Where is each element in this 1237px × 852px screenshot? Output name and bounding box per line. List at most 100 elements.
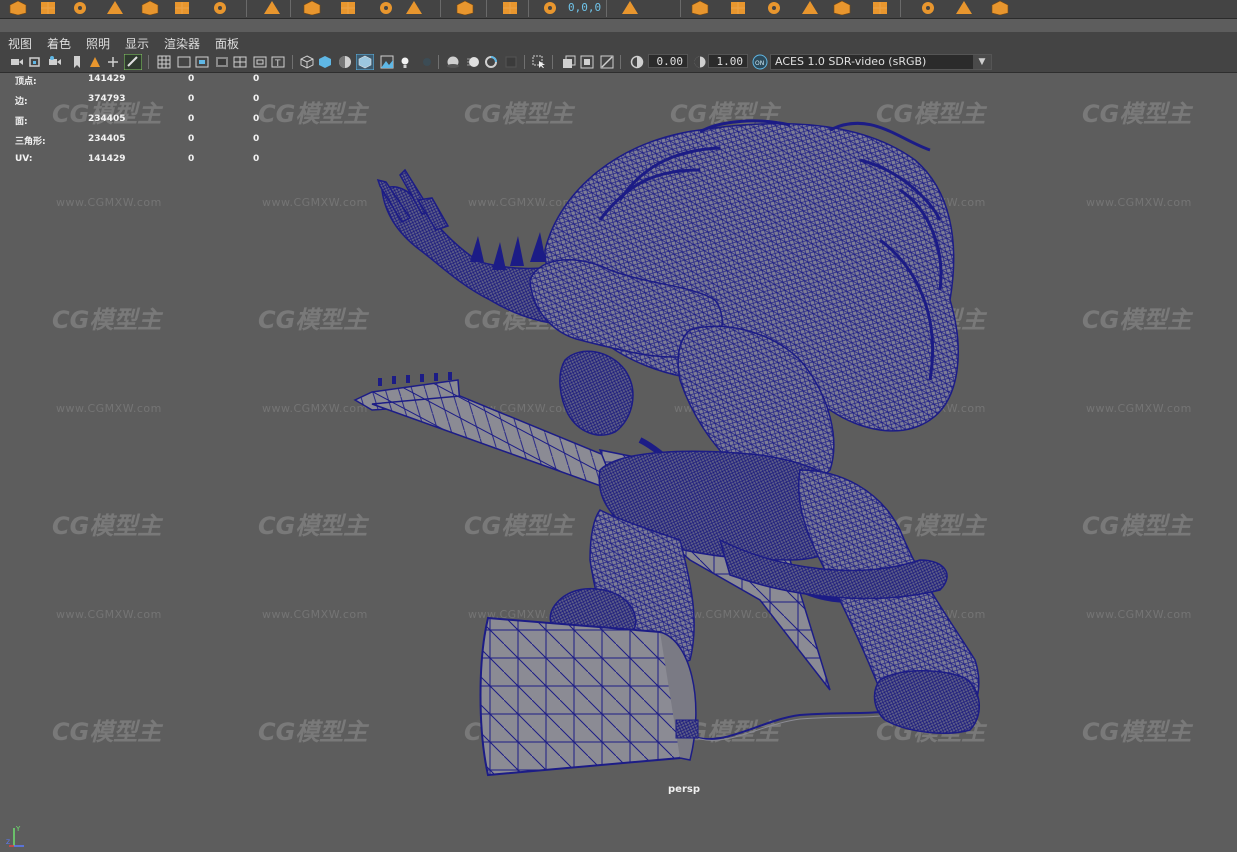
fill-icon[interactable] xyxy=(832,0,852,15)
extrude-icon[interactable] xyxy=(302,0,322,15)
toolbar-separator xyxy=(148,55,149,69)
hud-label: 边: xyxy=(15,97,28,107)
hud-value-scene: 374793 xyxy=(88,94,126,104)
transform-icon[interactable] xyxy=(540,0,560,15)
chevron-down-icon: ▼ xyxy=(973,55,991,69)
boot-mesh xyxy=(873,670,981,734)
shelf-separator xyxy=(290,0,291,17)
view-transform-select[interactable]: ACES 1.0 SDR-video (sRGB) ▼ xyxy=(770,54,992,70)
append-icon[interactable] xyxy=(870,0,890,15)
camera-name-label: persp xyxy=(668,784,700,795)
panel-toolbar: T 0.00 1.00 ON ACES 1.0 SDR-video (sRGB)… xyxy=(0,52,1237,73)
color-management-icon[interactable]: ON xyxy=(752,54,768,70)
wireframe-on-shaded-icon[interactable] xyxy=(356,54,374,70)
shelf-separator xyxy=(606,0,607,17)
character-model[interactable] xyxy=(0,72,1237,809)
safe-title-icon[interactable]: T xyxy=(271,55,285,69)
menu-lighting[interactable]: 照明 xyxy=(86,35,110,52)
shelf-separator xyxy=(900,0,901,17)
menu-show[interactable]: 显示 xyxy=(125,35,149,52)
cable-mesh xyxy=(689,711,881,741)
use-all-lights-icon[interactable] xyxy=(398,55,412,69)
hud-value-selected: 0 xyxy=(188,154,195,164)
smooth-icon[interactable] xyxy=(262,0,282,15)
sphere-icon[interactable] xyxy=(8,0,28,15)
gamma-icon[interactable] xyxy=(693,55,707,69)
mirror-icon[interactable] xyxy=(728,0,748,15)
select-camera-icon[interactable] xyxy=(10,55,24,69)
menu-panels[interactable]: 面板 xyxy=(215,35,239,52)
hud-value-selected: 0 xyxy=(188,114,195,124)
bridge-icon[interactable] xyxy=(338,0,358,15)
image-plane-icon[interactable] xyxy=(88,55,102,69)
hud-value-selected: 0 xyxy=(188,134,195,144)
bookmark-icon[interactable] xyxy=(70,55,84,69)
shelf-separator xyxy=(486,0,487,17)
menu-shading[interactable]: 着色 xyxy=(47,35,71,52)
bevel-icon[interactable] xyxy=(954,0,974,15)
gamma-field[interactable]: 1.00 xyxy=(708,54,748,68)
screen-space-ao-icon[interactable] xyxy=(446,55,460,69)
cone-icon[interactable] xyxy=(105,0,125,15)
default-material-icon[interactable] xyxy=(338,55,352,69)
shelf: 0,0,0 xyxy=(0,0,1237,19)
svg-icon[interactable] xyxy=(404,0,424,15)
menu-renderer[interactable]: 渲染器 xyxy=(164,35,200,52)
viewport[interactable]: CG模型主 CG模型主 CG模型主 CG模型主 CG模型主 CG模型主 CG模型主 CG模型主… xyxy=(0,72,1237,847)
exposure-icon[interactable] xyxy=(630,55,644,69)
hud-label: UV: xyxy=(15,154,33,164)
smooth-shade-icon[interactable] xyxy=(318,55,332,69)
separate-icon[interactable] xyxy=(800,0,820,15)
plane-icon[interactable] xyxy=(140,0,160,15)
cube-icon[interactable] xyxy=(38,0,58,15)
xray-joints-icon[interactable] xyxy=(600,55,614,69)
depth-of-field-icon[interactable] xyxy=(504,55,518,69)
group-icon[interactable] xyxy=(620,0,640,15)
view-axis-indicator: Y Z xyxy=(6,825,24,847)
hud-label: 三角形: xyxy=(15,137,46,147)
view-transform-value: ACES 1.0 SDR-video (sRGB) xyxy=(775,55,927,68)
text-icon[interactable] xyxy=(376,0,396,15)
camera-icon[interactable] xyxy=(500,0,520,15)
wireframe-icon[interactable] xyxy=(300,55,314,69)
toolbar-separator xyxy=(552,55,553,69)
head-mesh xyxy=(559,350,634,436)
resolution-gate-icon[interactable] xyxy=(195,55,209,69)
gate-mask-icon[interactable] xyxy=(215,55,229,69)
grease-pencil-icon[interactable] xyxy=(124,54,142,70)
hud-value-scene: 234405 xyxy=(88,134,126,144)
combine-icon[interactable] xyxy=(764,0,784,15)
axis-y-label: Y xyxy=(15,825,21,833)
xray-active-components-icon[interactable] xyxy=(580,55,594,69)
torus-icon[interactable] xyxy=(172,0,192,15)
hud-label: 顶点: xyxy=(15,77,37,87)
hud-value-scene: 141429 xyxy=(88,74,126,84)
shadows-icon[interactable] xyxy=(420,55,434,69)
panel-menu-bar: 视图 着色 照明 显示 渲染器 面板 xyxy=(0,32,1237,52)
menu-view[interactable]: 视图 xyxy=(8,35,32,52)
field-chart-icon[interactable] xyxy=(233,55,247,69)
hud-value-triangles-selected: 0 xyxy=(253,154,260,164)
grid-icon[interactable] xyxy=(157,55,171,69)
hud-value-triangles-selected: 0 xyxy=(253,134,260,144)
target-weld-icon[interactable] xyxy=(990,0,1010,15)
isolate-select-icon[interactable] xyxy=(532,55,546,69)
svg-text:ON: ON xyxy=(755,60,764,67)
multicut-icon[interactable] xyxy=(918,0,938,15)
two-d-pan-zoom-icon[interactable] xyxy=(106,55,120,69)
safe-action-icon[interactable] xyxy=(253,55,267,69)
camera-attributes-icon[interactable] xyxy=(28,55,42,69)
motion-blur-icon[interactable] xyxy=(466,55,480,69)
toolbar-separator xyxy=(620,55,621,69)
shelf-separator xyxy=(246,0,247,17)
uv-editor-icon[interactable] xyxy=(455,0,475,15)
textured-icon[interactable] xyxy=(380,55,394,69)
bookmark-camera-icon[interactable] xyxy=(48,55,62,69)
cylinder-icon[interactable] xyxy=(70,0,90,15)
xray-icon[interactable] xyxy=(562,55,576,69)
boolean-icon[interactable] xyxy=(210,0,230,15)
film-gate-icon[interactable] xyxy=(177,55,191,69)
exposure-field[interactable]: 0.00 xyxy=(648,54,688,68)
anti-aliasing-icon[interactable] xyxy=(484,55,498,69)
component-icon[interactable] xyxy=(690,0,710,15)
